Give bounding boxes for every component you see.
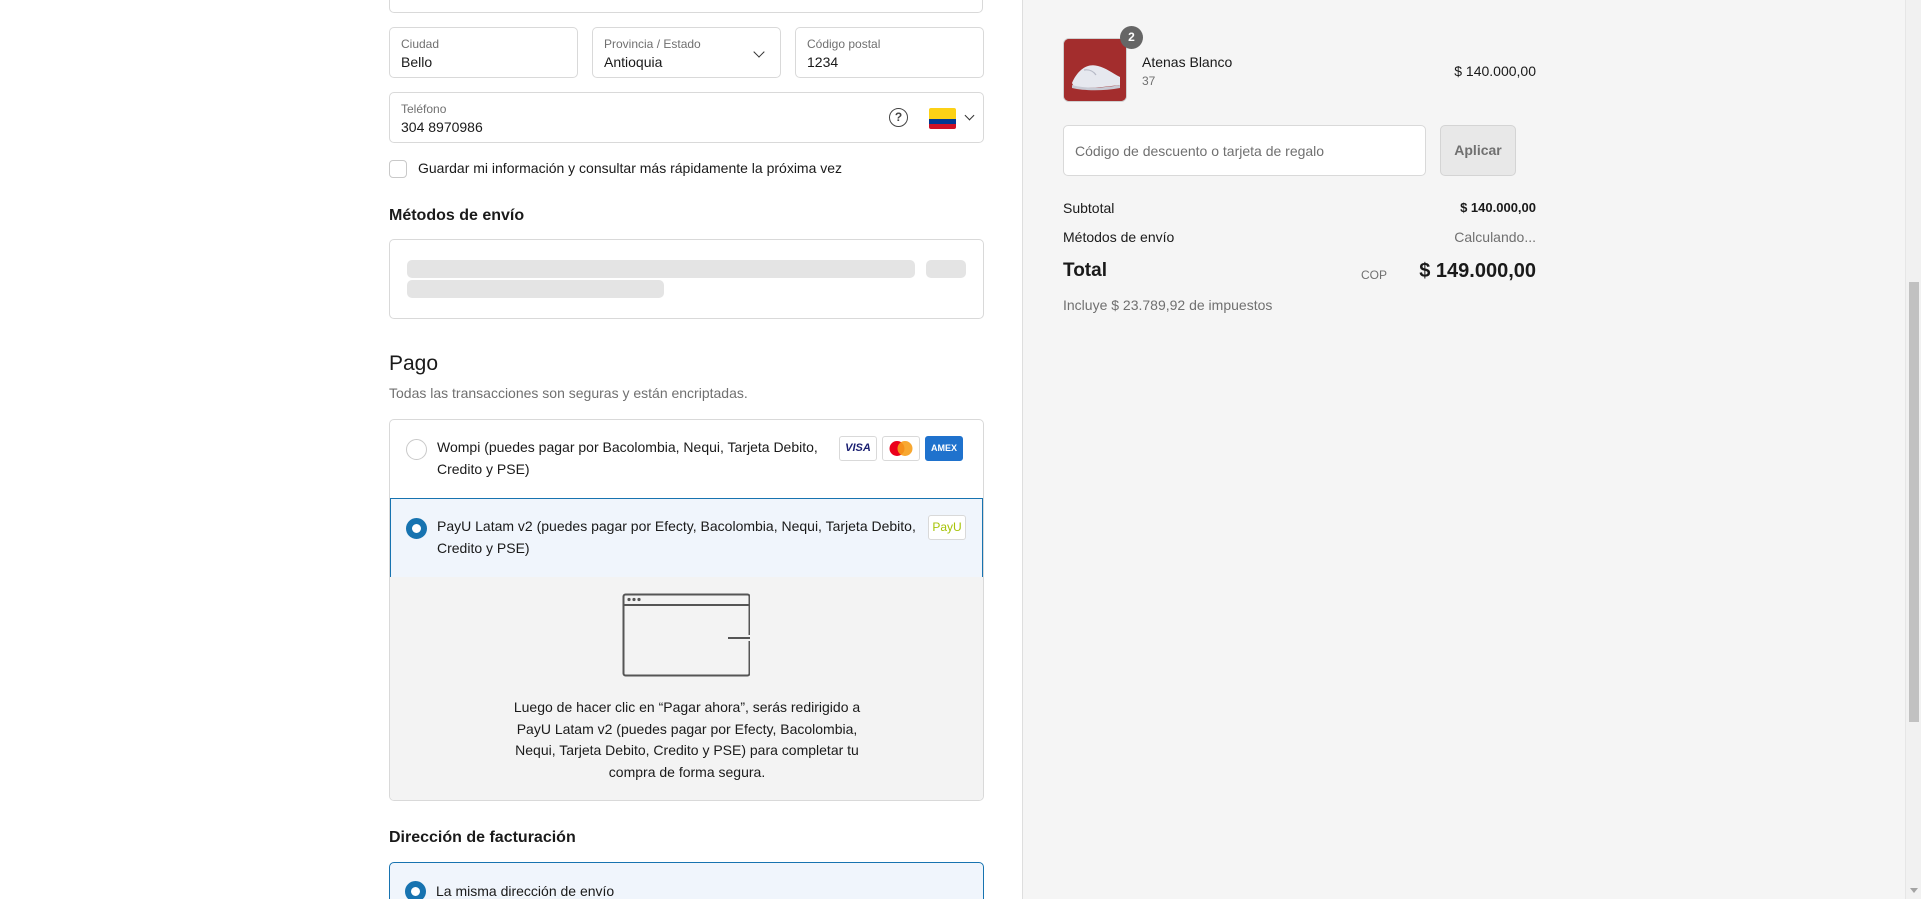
payu-redirect-info: Luego de hacer clic en “Pagar ahora”, se… (390, 577, 983, 800)
state-label: Provincia / Estado (604, 37, 701, 51)
save-info-label[interactable]: Guardar mi información y consultar más r… (418, 160, 842, 176)
address-field-partial[interactable] (389, 0, 983, 13)
quantity-badge: 2 (1120, 26, 1143, 49)
payu-radio[interactable] (406, 518, 427, 539)
browser-redirect-icon (622, 593, 750, 677)
city-value: Bello (401, 54, 433, 70)
page-scrollbar[interactable] (1905, 0, 1921, 899)
payment-option-wompi[interactable]: Wompi (puedes pagar por Bacolombia, Nequ… (390, 420, 983, 499)
postal-value: 1234 (807, 54, 839, 70)
shipping-value: Calculando... (1454, 229, 1536, 245)
postal-label: Código postal (807, 37, 881, 51)
chevron-down-icon[interactable] (964, 110, 975, 121)
save-info-checkbox[interactable] (389, 160, 407, 178)
wompi-radio[interactable] (406, 439, 427, 460)
postal-code-field[interactable]: Código postal 1234 (795, 27, 984, 78)
discount-code-input[interactable]: Código de descuento o tarjeta de regalo (1063, 125, 1426, 176)
discount-placeholder: Código de descuento o tarjeta de regalo (1075, 143, 1325, 159)
total-value: $ 149.000,00 (1419, 260, 1536, 282)
payment-methods-box: Wompi (puedes pagar por Bacolombia, Nequ… (389, 419, 984, 801)
phone-field[interactable]: Teléfono 304 8970986 ? (389, 92, 984, 143)
billing-same-address-option[interactable]: La misma dirección de envío (389, 862, 984, 899)
visa-card-icon: VISA (839, 436, 877, 461)
skeleton-line (407, 260, 915, 278)
product-variant: 37 (1142, 74, 1156, 88)
product-image (1063, 38, 1127, 102)
state-value: Antioquia (604, 54, 663, 70)
state-select[interactable]: Provincia / Estado Antioquia (592, 27, 781, 78)
redirect-info-text: Luego de hacer clic en “Pagar ahora”, se… (513, 699, 861, 780)
product-price: $ 140.000,00 (1454, 63, 1536, 79)
subtotal-label: Subtotal (1063, 200, 1115, 216)
payment-option-payu[interactable]: PayU Latam v2 (puedes pagar por Efecty, … (390, 498, 983, 578)
shipping-methods-loading (389, 239, 984, 319)
mastercard-icon (882, 436, 920, 461)
billing-same-label: La misma dirección de envío (436, 883, 615, 899)
billing-same-radio[interactable] (405, 881, 426, 899)
shipping-methods-title: Métodos de envío (389, 207, 525, 224)
phone-value: 304 8970986 (401, 119, 483, 135)
city-label: Ciudad (401, 37, 440, 51)
subtotal-value: $ 140.000,00 (1460, 200, 1536, 215)
payu-logo-icon: PayU (928, 515, 966, 540)
wompi-label: Wompi (puedes pagar por Bacolombia, Nequ… (437, 439, 818, 477)
total-label: Total (1063, 260, 1107, 281)
product-name: Atenas Blanco (1142, 54, 1233, 70)
shipping-label: Métodos de envío (1063, 229, 1175, 245)
phone-label: Teléfono (401, 102, 447, 116)
taxes-note: Incluye $ 23.789,92 de impuestos (1063, 297, 1273, 313)
chevron-down-icon (753, 46, 765, 58)
apply-discount-button[interactable]: Aplicar (1440, 125, 1516, 176)
payu-label: PayU Latam v2 (puedes pagar por Efecty, … (437, 518, 916, 556)
order-summary-column: 2 Atenas Blanco 37 $ 140.000,00 Código d… (1022, 0, 1905, 899)
city-field[interactable]: Ciudad Bello (389, 27, 578, 78)
scrollbar-thumb[interactable] (1909, 282, 1919, 722)
amex-card-icon: AMEX (925, 436, 963, 461)
skeleton-line (407, 280, 664, 298)
payment-subtitle: Todas las transacciones son seguras y es… (389, 385, 748, 401)
payment-title: Pago (389, 352, 439, 375)
scroll-down-arrow-icon[interactable] (1910, 888, 1918, 893)
checkout-form-column: Ciudad Bello Provincia / Estado Antioqui… (0, 0, 1022, 899)
question-circle-icon[interactable]: ? (889, 108, 908, 127)
colombia-flag-icon[interactable] (929, 108, 956, 129)
skeleton-price (926, 260, 966, 278)
billing-title: Dirección de facturación (389, 829, 576, 846)
